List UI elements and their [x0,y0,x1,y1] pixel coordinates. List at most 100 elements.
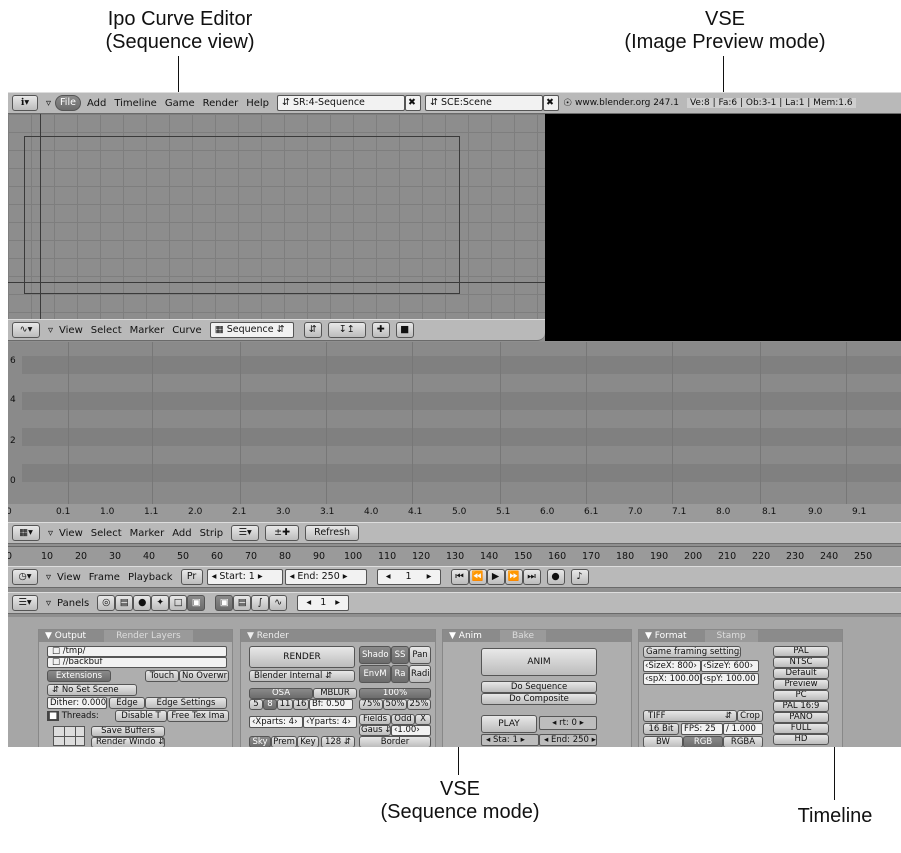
ipo-menu-marker[interactable]: Marker [130,325,165,336]
vse-collapse-triangle-icon[interactable]: ▿ [48,528,53,539]
sky-button[interactable]: Sky [249,736,271,747]
render-engine-selector[interactable]: Blender Internal ⇵ [249,670,355,682]
game-framing-button[interactable]: Game framing settings [643,646,741,658]
play-icon[interactable]: ▶ [486,569,505,585]
16bit-button[interactable]: 16 Bit [643,723,679,735]
context-script-icon[interactable]: ▤ [115,595,134,611]
audio-sync-icon[interactable]: ♪ [570,569,589,585]
file-type-selector[interactable]: TIFF ⇵ [643,710,737,722]
ipo-editor-type-button[interactable]: ∿▾ [12,322,40,338]
ipo-menu-view[interactable]: View [59,325,83,336]
menu-add[interactable]: Add [87,98,106,109]
preset-hd[interactable]: HD [773,734,829,745]
scene-selector[interactable]: ⇵ SCE:Scene [425,95,544,111]
filter-size-field[interactable]: ‹1.00› [391,725,431,736]
osa-5-button[interactable]: 5 [249,699,263,710]
sizex-field[interactable]: ‹SizeX: 800› [643,660,701,672]
jump-key-forward-icon[interactable]: ⏩ [504,569,523,585]
collapse-triangle-icon[interactable]: ▿ [46,98,51,109]
output-tab[interactable]: ▼ Output [45,630,86,642]
vse-view-mode-selector[interactable]: ☰▾ [231,525,260,541]
render-buttons-icon[interactable]: ▣ [215,595,234,611]
sizey-field[interactable]: ‹SizeY: 600› [701,660,759,672]
preset-preview[interactable]: Preview [773,679,829,690]
rgba-button[interactable]: RGBA [723,736,763,747]
shadow-button[interactable]: Shado [359,646,391,664]
xparts-field[interactable]: ‹Xparts: 4› [249,716,303,728]
crop-button[interactable]: Crop [737,710,763,722]
bits-selector[interactable]: 128 ⇵ [321,736,355,747]
buttons-editor-type-button[interactable]: ☰▾ [12,595,38,611]
anim-tab[interactable]: ▼ Anim [449,630,482,642]
x-button[interactable]: X [415,714,431,725]
record-icon[interactable]: ● [546,569,565,585]
backbuf-path-field[interactable]: □ //backbuf [47,657,227,668]
menu-game[interactable]: Game [165,98,195,109]
vse-menu-add[interactable]: Add [172,528,191,539]
preset-pc[interactable]: PC [773,690,829,701]
buttons-frame-field[interactable]: ◂ 1 ▸ [297,595,350,611]
vse-menu-select[interactable]: Select [91,528,122,539]
bake-tab[interactable]: Bake [499,630,547,642]
buttons-collapse-triangle-icon[interactable]: ▿ [46,598,51,609]
size-25-button[interactable]: 25% [407,699,431,710]
world-buttons-icon[interactable]: ∿ [269,595,288,611]
layout-grid-icon[interactable] [53,726,85,746]
odd-button[interactable]: Odd [391,714,415,725]
do-sequence-button[interactable]: Do Sequence [481,681,597,693]
anim-end-field[interactable]: ◂ End: 250 ▸ [539,734,597,746]
context-scene-icon[interactable]: ▣ [187,595,206,611]
preset-ntsc[interactable]: NTSC [773,657,829,668]
ipo-pin-button[interactable]: ⇵ [303,322,322,338]
timeline-menu-frame[interactable]: Frame [89,572,120,583]
size-75-button[interactable]: 75% [359,699,383,710]
vse-menu-marker[interactable]: Marker [130,528,165,539]
preset-pal-16-9[interactable]: PAL 16:9 [773,701,829,712]
format-tab[interactable]: ▼ Format [645,630,687,642]
jump-end-icon[interactable]: ⏭ [522,569,541,585]
set-scene-selector[interactable]: ⇵ No Set Scene [47,684,137,696]
stamp-tab[interactable]: Stamp [704,630,758,642]
osa-11-button[interactable]: 11 [277,699,293,710]
rt-field[interactable]: ◂ rt: 0 ▸ [539,716,597,730]
render-layers-tab[interactable]: Render Layers [104,630,193,642]
render-tab[interactable]: ▼ Render [247,630,289,642]
timeline-collapse-triangle-icon[interactable]: ▿ [46,572,51,583]
touch-button[interactable]: Touch [145,670,179,682]
sound-buttons-icon[interactable]: ∫ [251,595,270,611]
scene-delete-button[interactable]: ✖ [543,95,560,111]
premul-button[interactable]: Prem [271,736,297,747]
fps-base-field[interactable]: / 1.000 [723,723,763,735]
vse-sequence-view[interactable]: 6 4 2 0 0 0.1 1.0 1.1 2.0 2.1 3.0 3.1 4.… [8,342,901,522]
ipo-curve-editor-view[interactable] [8,114,545,319]
ipo-type-selector[interactable]: ▦ Sequence ⇵ [209,322,294,338]
disable-tex-button[interactable]: Disable T [115,710,167,722]
screen-delete-button[interactable]: ✖ [405,95,422,111]
menu-help[interactable]: Help [246,98,269,109]
vse-image-preview[interactable] [545,114,901,341]
preview-range-button[interactable]: Pr [180,569,203,585]
key-button[interactable]: Key [297,736,319,747]
fields-button[interactable]: Fields [359,714,391,725]
radiosity-button[interactable]: Radi [409,665,431,683]
output-path-field[interactable]: □ /tmp/ [47,646,227,657]
bw-button[interactable]: BW [643,736,683,747]
envmap-button[interactable]: EnvM [359,665,391,683]
free-tex-images-button[interactable]: Free Tex Ima [167,710,229,722]
ss-button[interactable]: SS [391,646,409,664]
render-window-selector[interactable]: Render Windo ⇵ [91,737,165,747]
render-button[interactable]: RENDER [249,646,355,668]
jump-start-icon[interactable]: ⏮ [450,569,469,585]
context-logic-icon[interactable]: ◎ [97,595,116,611]
menu-render[interactable]: Render [203,98,239,109]
border-button[interactable]: Border [359,736,431,747]
blur-factor-field[interactable]: Bf: 0.50 [309,699,353,710]
ipo-collapse-triangle-icon[interactable]: ▿ [48,325,53,336]
ipo-lock-icon[interactable]: ■ [395,322,414,338]
anim-start-field[interactable]: ◂ Sta: 1 ▸ [481,734,539,746]
current-frame-field[interactable]: ◂ 1 ▸ [376,569,441,585]
timeline-editor-type-button[interactable]: ◷▾ [12,569,38,585]
edge-settings-button[interactable]: Edge Settings [145,697,227,709]
anim-buttons-icon[interactable]: ▤ [233,595,252,611]
ipo-keys-button[interactable]: ↧↥ [327,322,366,338]
